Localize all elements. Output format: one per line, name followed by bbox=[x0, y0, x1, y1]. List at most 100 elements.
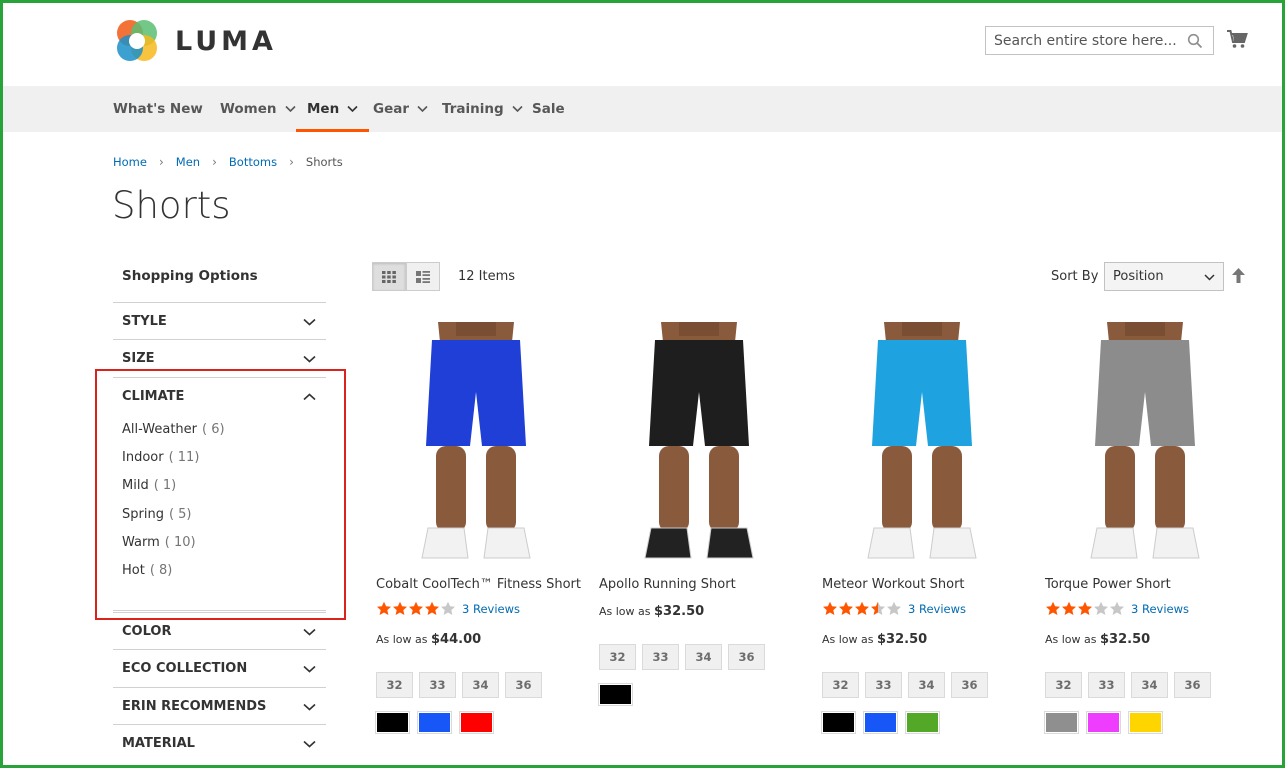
color-swatch[interactable] bbox=[1128, 711, 1163, 734]
sort-by-select[interactable]: Position bbox=[1104, 262, 1224, 291]
size-option[interactable]: 32 bbox=[1045, 672, 1082, 698]
rating-stars bbox=[1045, 601, 1125, 616]
search-input[interactable] bbox=[994, 32, 1184, 49]
breadcrumb-separator: › bbox=[289, 155, 294, 169]
view-mode-switcher bbox=[372, 262, 440, 291]
product-card: Meteor Workout Short 3 Reviews As low as $… bbox=[821, 322, 1022, 734]
star-icon bbox=[409, 601, 423, 615]
chevron-down-icon bbox=[303, 703, 316, 711]
luma-logo-icon bbox=[117, 20, 157, 61]
filter-label: ECO COLLECTION bbox=[122, 661, 248, 676]
product-name[interactable]: Torque Power Short bbox=[1045, 577, 1171, 592]
product-image[interactable] bbox=[822, 322, 1022, 568]
size-option[interactable]: 33 bbox=[419, 672, 456, 698]
color-swatch[interactable] bbox=[598, 683, 633, 706]
breadcrumb-separator: › bbox=[158, 155, 164, 169]
size-option[interactable]: 36 bbox=[1174, 672, 1211, 698]
filter-label: COLOR bbox=[122, 624, 172, 639]
nav-whats-new[interactable]: What's New bbox=[113, 86, 203, 132]
reviews-link[interactable]: 3 Reviews bbox=[462, 602, 520, 616]
product-image[interactable] bbox=[1045, 322, 1245, 568]
size-option[interactable]: 34 bbox=[462, 672, 499, 698]
product-price: As low as $32.50 bbox=[1045, 632, 1150, 647]
reviews-link[interactable]: 3 Reviews bbox=[908, 602, 966, 616]
color-swatch[interactable] bbox=[1086, 711, 1121, 734]
nav-men[interactable]: Men bbox=[295, 86, 370, 132]
rating-stars bbox=[376, 601, 456, 616]
filter-eco-collection[interactable]: ECO COLLECTION bbox=[113, 649, 326, 687]
sort-direction-arrow-icon[interactable] bbox=[1232, 268, 1245, 283]
logo-text: LUMA bbox=[175, 25, 277, 57]
color-swatch[interactable] bbox=[863, 711, 898, 734]
filter-material[interactable]: MATERIAL bbox=[113, 724, 326, 762]
nav-gear[interactable]: Gear bbox=[373, 86, 428, 132]
product-name[interactable]: Apollo Running Short bbox=[599, 577, 736, 592]
size-option[interactable]: 33 bbox=[865, 672, 902, 698]
nav-label: Sale bbox=[532, 101, 565, 117]
nav-women[interactable]: Women bbox=[220, 86, 296, 132]
breadcrumb-bottoms[interactable]: Bottoms bbox=[229, 155, 277, 169]
grid-view-button[interactable] bbox=[372, 262, 406, 291]
size-option[interactable]: 34 bbox=[908, 672, 945, 698]
price-prefix: As low as bbox=[1045, 633, 1097, 646]
color-swatch[interactable] bbox=[375, 711, 410, 734]
product-image[interactable] bbox=[599, 322, 799, 568]
price-prefix: As low as bbox=[599, 605, 651, 618]
color-options bbox=[598, 683, 641, 706]
reviews-link[interactable]: 3 Reviews bbox=[1131, 602, 1189, 616]
star-icon bbox=[393, 601, 407, 615]
sort-value: Position bbox=[1113, 269, 1164, 284]
size-option[interactable]: 33 bbox=[1088, 672, 1125, 698]
chevron-down-icon bbox=[303, 318, 316, 326]
nav-sale[interactable]: Sale bbox=[532, 86, 565, 132]
search-icon[interactable] bbox=[1187, 33, 1203, 49]
product-image[interactable] bbox=[376, 322, 576, 568]
size-options: 32 33 34 36 bbox=[822, 672, 994, 698]
size-option[interactable]: 32 bbox=[599, 644, 636, 670]
color-swatch[interactable] bbox=[821, 711, 856, 734]
size-option[interactable]: 36 bbox=[951, 672, 988, 698]
list-view-button[interactable] bbox=[406, 262, 440, 291]
price-value: $44.00 bbox=[431, 632, 482, 647]
size-options: 32 33 34 36 bbox=[376, 672, 548, 698]
price-prefix: As low as bbox=[822, 633, 874, 646]
nav-training[interactable]: Training bbox=[442, 86, 523, 132]
star-icon bbox=[1062, 601, 1076, 615]
filter-style[interactable]: STYLE bbox=[113, 302, 326, 340]
star-icon bbox=[871, 601, 885, 615]
color-swatch[interactable] bbox=[459, 711, 494, 734]
luma-logo[interactable]: LUMA bbox=[113, 17, 277, 65]
color-swatch[interactable] bbox=[417, 711, 452, 734]
size-option[interactable]: 34 bbox=[685, 644, 722, 670]
chevron-down-icon bbox=[417, 105, 428, 113]
product-card: Apollo Running Short As low as $32.50 32 33… bbox=[598, 322, 799, 706]
filter-erin-recommends[interactable]: ERIN RECOMMENDS bbox=[113, 687, 326, 725]
price-value: $32.50 bbox=[877, 632, 928, 647]
star-icon bbox=[1046, 601, 1060, 615]
star-icon bbox=[425, 601, 439, 615]
star-icon bbox=[855, 601, 869, 615]
breadcrumb-current: Shorts bbox=[305, 155, 343, 169]
size-option[interactable]: 36 bbox=[505, 672, 542, 698]
product-name[interactable]: Cobalt CoolTech™ Fitness Short bbox=[376, 577, 581, 592]
size-option[interactable]: 33 bbox=[642, 644, 679, 670]
size-options: 32 33 34 36 bbox=[1045, 672, 1217, 698]
color-swatch[interactable] bbox=[905, 711, 940, 734]
star-icon bbox=[887, 601, 901, 615]
breadcrumb-home[interactable]: Home bbox=[113, 155, 147, 169]
size-option[interactable]: 34 bbox=[1131, 672, 1168, 698]
breadcrumb-men[interactable]: Men bbox=[176, 155, 200, 169]
cart-icon[interactable] bbox=[1226, 28, 1248, 50]
search-box[interactable] bbox=[985, 26, 1214, 55]
size-option[interactable]: 32 bbox=[376, 672, 413, 698]
size-option[interactable]: 36 bbox=[728, 644, 765, 670]
nav-label: Women bbox=[220, 101, 277, 117]
star-icon bbox=[1094, 601, 1108, 615]
product-rating: 3 Reviews bbox=[1045, 601, 1189, 616]
chevron-down-icon bbox=[303, 665, 316, 673]
rating-stars bbox=[822, 601, 902, 616]
color-swatch[interactable] bbox=[1044, 711, 1079, 734]
list-icon bbox=[416, 270, 430, 283]
product-name[interactable]: Meteor Workout Short bbox=[822, 577, 965, 592]
size-option[interactable]: 32 bbox=[822, 672, 859, 698]
